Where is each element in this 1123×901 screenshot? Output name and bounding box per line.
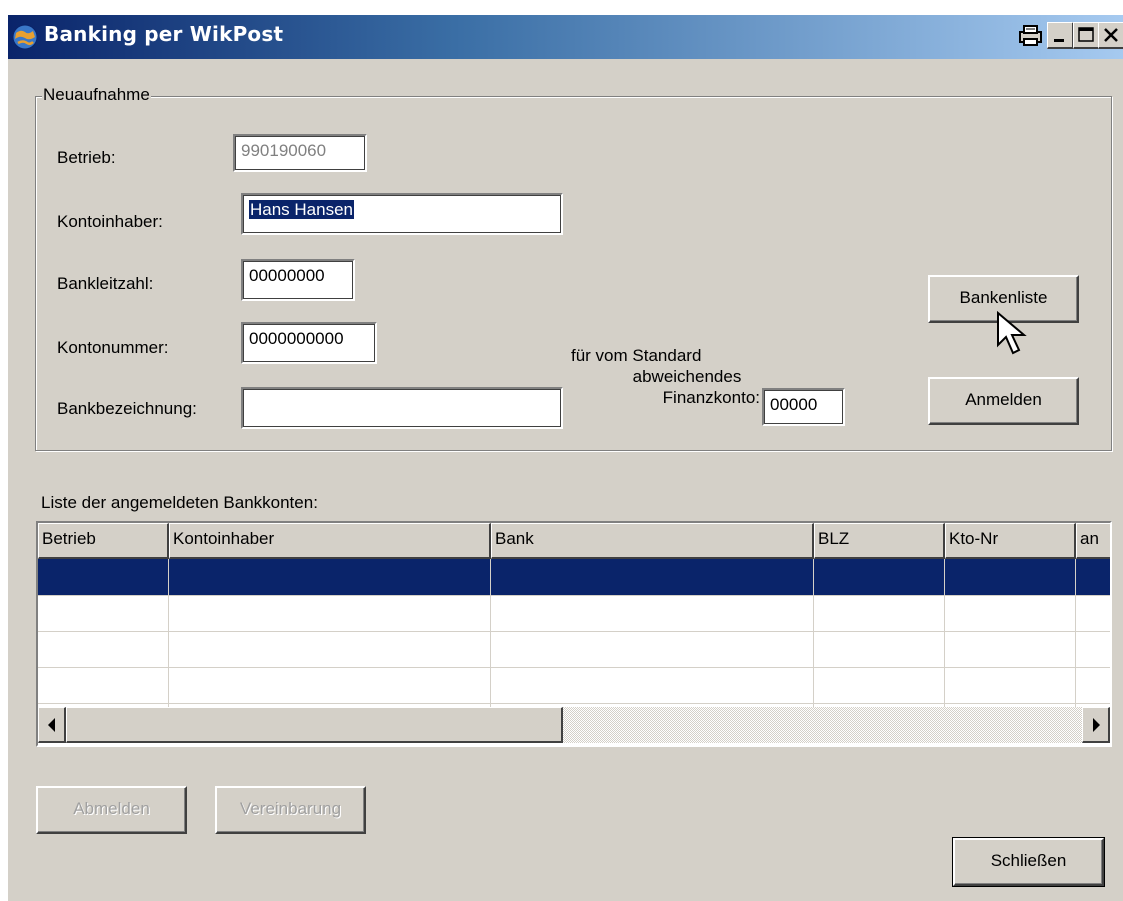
list-label: Liste der angemeldeten Bankkonten: bbox=[41, 493, 318, 512]
grid-line bbox=[38, 703, 1110, 704]
grid-line bbox=[38, 631, 1110, 632]
abmelden-button-label: Abmelden bbox=[73, 799, 150, 818]
kontonummer-field[interactable]: 0000000000 bbox=[241, 322, 377, 364]
bank-accounts-table[interactable]: Betrieb Kontoinhaber Bank BLZ Kto-Nr an bbox=[36, 521, 1112, 747]
finanzkonto-label-line3: Finanzkonto: bbox=[662, 388, 760, 407]
scroll-left-button[interactable] bbox=[38, 707, 66, 743]
grid-line bbox=[38, 595, 1110, 596]
finanzkonto-label-line2: abweichendes bbox=[632, 367, 742, 386]
app-globe-icon bbox=[12, 24, 38, 50]
minimize-icon bbox=[1054, 39, 1064, 42]
close-icon bbox=[1104, 28, 1118, 42]
window-title: Banking per WikPost bbox=[44, 22, 284, 46]
column-header-betrieb[interactable]: Betrieb bbox=[38, 523, 169, 559]
column-header-an[interactable]: an bbox=[1076, 523, 1110, 559]
horizontal-scrollbar[interactable] bbox=[38, 707, 1110, 743]
minimize-button[interactable] bbox=[1047, 22, 1074, 49]
table-header: Betrieb Kontoinhaber Bank BLZ Kto-Nr an bbox=[38, 523, 1110, 559]
close-button[interactable] bbox=[1098, 22, 1123, 49]
dialog-window: Banking per WikPost Neuaufnahme Betrieb:… bbox=[7, 14, 1123, 901]
table-row[interactable] bbox=[38, 595, 1110, 631]
grid-line bbox=[490, 559, 491, 711]
table-row[interactable] bbox=[38, 559, 1110, 595]
bankleitzahl-field[interactable]: 00000000 bbox=[241, 259, 355, 301]
mouse-pointer-icon bbox=[997, 311, 1027, 355]
print-icon bbox=[1019, 25, 1042, 46]
arrow-left-icon bbox=[48, 718, 55, 732]
column-header-kontoinhaber[interactable]: Kontoinhaber bbox=[169, 523, 491, 559]
kontoinhaber-label: Kontoinhaber: bbox=[57, 212, 163, 231]
anmelden-button[interactable]: Anmelden bbox=[928, 377, 1079, 425]
finanzkonto-label: für vom Standard abweichendes Finanzkont… bbox=[570, 345, 760, 408]
betrieb-field: 990190060 bbox=[233, 134, 367, 172]
betrieb-label: Betrieb: bbox=[57, 148, 116, 167]
maximize-button[interactable] bbox=[1073, 22, 1100, 49]
grid-line bbox=[168, 559, 169, 711]
bankbezeichnung-field[interactable] bbox=[241, 387, 563, 429]
kontonummer-label: Kontonummer: bbox=[57, 338, 169, 357]
vereinbarung-button[interactable]: Vereinbarung bbox=[215, 786, 366, 834]
scroll-right-button[interactable] bbox=[1082, 707, 1110, 743]
arrow-right-icon bbox=[1093, 718, 1100, 732]
bankleitzahl-label: Bankleitzahl: bbox=[57, 274, 154, 293]
print-button[interactable] bbox=[1017, 22, 1044, 49]
vereinbarung-button-label: Vereinbarung bbox=[239, 799, 342, 818]
group-label: Neuaufnahme bbox=[42, 85, 151, 105]
grid-line bbox=[38, 667, 1110, 668]
title-bar[interactable]: Banking per WikPost bbox=[8, 15, 1123, 59]
table-row[interactable] bbox=[38, 631, 1110, 667]
table-row[interactable] bbox=[38, 667, 1110, 703]
column-header-bank[interactable]: Bank bbox=[491, 523, 814, 559]
grid-line bbox=[944, 559, 945, 711]
grid-line bbox=[813, 559, 814, 711]
maximize-icon bbox=[1078, 27, 1094, 42]
column-header-kto-nr[interactable]: Kto-Nr bbox=[945, 523, 1076, 559]
abmelden-button[interactable]: Abmelden bbox=[36, 786, 187, 834]
bankbezeichnung-label: Bankbezeichnung: bbox=[57, 399, 197, 418]
schliessen-button-label: Schließen bbox=[990, 851, 1067, 870]
scroll-thumb[interactable] bbox=[66, 707, 563, 743]
anmelden-button-label: Anmelden bbox=[965, 390, 1042, 409]
kontoinhaber-field[interactable]: Hans Hansen bbox=[241, 193, 563, 235]
schliessen-button[interactable]: Schließen bbox=[952, 837, 1105, 887]
grid-line bbox=[1075, 559, 1076, 711]
finanzkonto-label-line1: für vom Standard bbox=[571, 346, 702, 365]
column-header-blz[interactable]: BLZ bbox=[814, 523, 945, 559]
finanzkonto-field[interactable]: 00000 bbox=[762, 388, 845, 426]
